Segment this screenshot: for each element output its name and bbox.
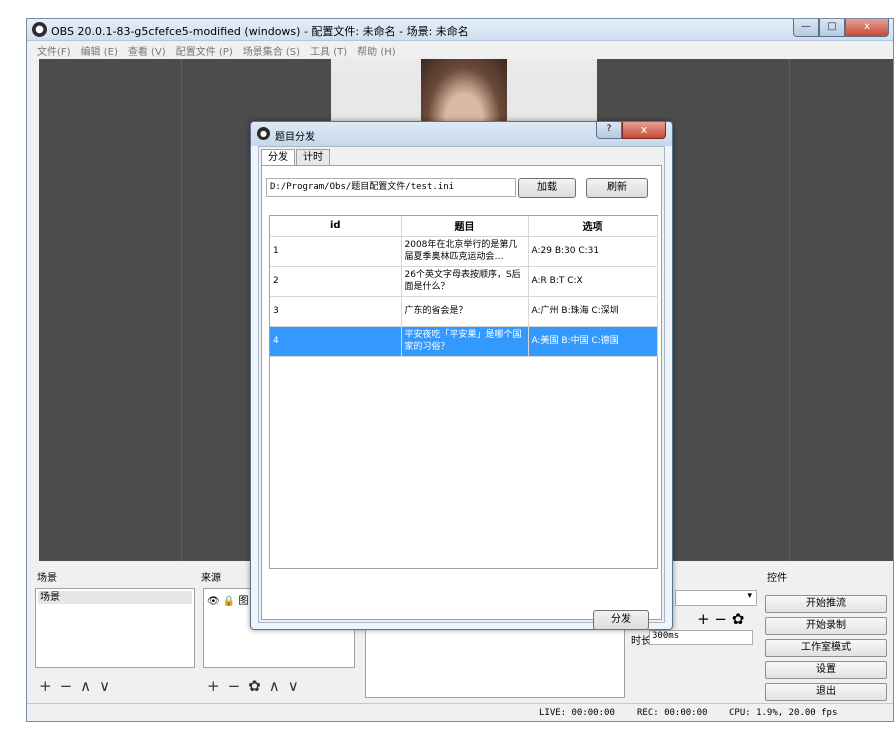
duration-field[interactable]: 300ms (649, 630, 753, 645)
cell-question: 2008年在北京举行的是第几届夏季奥林匹克运动会… (401, 236, 529, 267)
transition-settings-button[interactable]: ✿ (732, 610, 745, 628)
move-scene-up-button[interactable]: ∧ (80, 677, 91, 695)
dialog-close-button[interactable]: x (622, 122, 666, 139)
menu-tools[interactable]: 工具 (T) (310, 43, 347, 58)
sources-header: 来源 (201, 573, 221, 584)
minimize-button[interactable]: — (793, 19, 819, 37)
cpu-status: CPU: 1.9%, 20.00 fps (729, 708, 838, 718)
question-distribution-dialog: ● 题目分发 ? x 分发 计时 D:/Program/Obs/题目配置文件/t… (250, 121, 673, 630)
menu-view[interactable]: 查看 (V) (128, 43, 166, 58)
menu-scene-collection[interactable]: 场景集合 (S) (243, 43, 300, 58)
eye-icon[interactable]: 👁 (207, 596, 220, 607)
menu-help[interactable]: 帮助 (H) (357, 43, 396, 58)
scenes-toolbar: + − ∧ ∨ (39, 677, 110, 695)
cell-question: 广东的省会是？ (401, 296, 529, 327)
remove-scene-button[interactable]: − (60, 677, 73, 695)
start-streaming-button[interactable]: 开始推流 (765, 595, 887, 613)
status-bar: LIVE: 00:00:00 REC: 00:00:00 CPU: 1.9%, … (27, 703, 893, 721)
start-recording-button[interactable]: 开始录制 (765, 617, 887, 635)
help-button[interactable]: ? (596, 122, 622, 139)
dialog-body: 分发 计时 D:/Program/Obs/题目配置文件/test.ini 加载 … (258, 146, 665, 630)
transition-select[interactable]: ▾ (675, 590, 757, 606)
sources-toolbar: + − ✿ ∧ ∨ (207, 677, 299, 695)
config-path-field[interactable]: D:/Program/Obs/题目配置文件/test.ini (266, 178, 516, 197)
cell-id: 4 (270, 326, 402, 357)
cell-options: A:R B:T C:X (528, 266, 658, 297)
studio-mode-button[interactable]: 工作室模式 (765, 639, 887, 657)
maximize-button[interactable]: □ (819, 19, 845, 37)
canvas-boundary-left (181, 59, 182, 561)
add-source-button[interactable]: + (207, 677, 220, 695)
remove-transition-button[interactable]: − (714, 610, 727, 628)
source-item-label: 图 (238, 596, 249, 607)
distribute-button[interactable]: 分发 (593, 610, 649, 630)
dialog-title: 题目分发 (275, 132, 315, 143)
cell-options: A:美国 B:中国 C:德国 (528, 326, 658, 357)
load-button[interactable]: 加载 (518, 178, 576, 198)
source-settings-button[interactable]: ✿ (248, 677, 261, 695)
add-transition-button[interactable]: + (697, 610, 710, 628)
column-header-id[interactable]: id (270, 216, 402, 237)
dialog-tabs: 分发 计时 (261, 149, 331, 166)
cell-question: 平安夜吃「平安果」是哪个国家的习俗？ (401, 326, 529, 357)
title-bar: ● OBS 20.0.1-83-g5cfefce5-modified (wind… (27, 19, 893, 41)
add-scene-button[interactable]: + (39, 677, 52, 695)
cell-id: 3 (270, 296, 402, 327)
remove-source-button[interactable]: − (228, 677, 241, 695)
cell-options: A:广州 B:珠海 C:深圳 (528, 296, 658, 327)
cell-question: 26个英文字母表按顺序，S后面是什么？ (401, 266, 529, 297)
obs-logo-icon: ● (257, 127, 270, 140)
close-button[interactable]: x (845, 19, 889, 37)
move-scene-down-button[interactable]: ∨ (99, 677, 110, 695)
menu-edit[interactable]: 编辑 (E) (81, 43, 118, 58)
obs-logo-icon: ● (32, 22, 47, 37)
exit-button[interactable]: 退出 (765, 683, 887, 701)
lock-icon[interactable]: 🔒 (223, 596, 235, 607)
tab-distribute[interactable]: 分发 (261, 149, 295, 166)
settings-button[interactable]: 设置 (765, 661, 887, 679)
refresh-button[interactable]: 刷新 (586, 178, 648, 198)
menu-file[interactable]: 文件(F) (37, 43, 71, 58)
scenes-list[interactable]: 场景 (35, 588, 195, 668)
controls-header: 控件 (767, 573, 787, 584)
table-header-row: id 题目 选项 (270, 216, 658, 237)
canvas-boundary-right (789, 59, 790, 561)
window-title: OBS 20.0.1-83-g5cfefce5-modified (window… (51, 25, 469, 38)
duration-label: 时长 (631, 636, 651, 647)
menu-profile[interactable]: 配置文件 (P) (176, 43, 233, 58)
table-row-selected[interactable]: 4 平安夜吃「平安果」是哪个国家的习俗？ A:美国 B:中国 C:德国 (270, 326, 658, 357)
cell-id: 2 (270, 266, 402, 297)
rec-status: REC: 00:00:00 (637, 708, 708, 718)
cell-options: A:29 B:30 C:31 (528, 236, 658, 267)
table-row[interactable]: 1 2008年在北京举行的是第几届夏季奥林匹克运动会… A:29 B:30 C:… (270, 236, 658, 267)
distribute-tab-page: D:/Program/Obs/题目配置文件/test.ini 加载 刷新 id … (261, 165, 662, 630)
cell-id: 1 (270, 236, 402, 267)
column-header-question[interactable]: 题目 (401, 216, 529, 237)
tab-timer[interactable]: 计时 (296, 149, 330, 165)
column-header-options[interactable]: 选项 (528, 216, 658, 237)
table-row[interactable]: 2 26个英文字母表按顺序，S后面是什么？ A:R B:T C:X (270, 266, 658, 297)
table-row[interactable]: 3 广东的省会是？ A:广州 B:珠海 C:深圳 (270, 296, 658, 327)
move-source-up-button[interactable]: ∧ (269, 677, 280, 695)
live-status: LIVE: 00:00:00 (539, 708, 615, 718)
move-source-down-button[interactable]: ∨ (288, 677, 299, 695)
transition-tools: + − ✿ (697, 610, 744, 628)
scene-item[interactable]: 场景 (38, 591, 192, 604)
questions-table[interactable]: id 题目 选项 1 2008年在北京举行的是第几届夏季奥林匹克运动会… A:2… (269, 215, 658, 569)
scenes-header: 场景 (37, 573, 57, 584)
dialog-title-bar: ● 题目分发 ? x (251, 122, 672, 146)
menu-bar: 文件(F) 编辑 (E) 查看 (V) 配置文件 (P) 场景集合 (S) 工具… (27, 41, 893, 59)
